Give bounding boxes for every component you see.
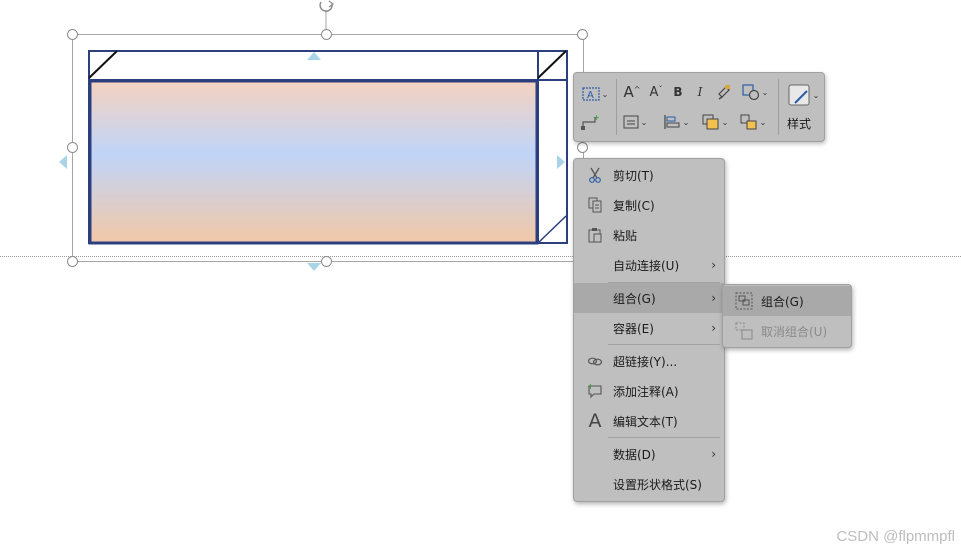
resize-handle-top-right[interactable]: [577, 29, 588, 40]
ungroup-icon: [735, 322, 753, 340]
decrease-font-button[interactable]: Aˇ: [646, 81, 666, 103]
bring-forward-button[interactable]: ⌄: [698, 111, 732, 133]
comment-icon: +: [586, 382, 604, 400]
italic-button[interactable]: I: [692, 81, 708, 103]
chevron-down-icon: ⌄: [761, 87, 769, 97]
textbox-icon: A: [582, 87, 600, 101]
menu-item-hyperlink[interactable]: 超链接(Y)...: [574, 346, 724, 376]
align-text-button[interactable]: ⌄: [620, 111, 650, 133]
chevron-down-icon: ⌄: [601, 89, 609, 99]
submenu-item-ungroup[interactable]: 取消组合(U): [723, 316, 851, 346]
menu-item-format-shape[interactable]: 设置形状格式(S): [574, 469, 724, 499]
quick-styles-label: 样式: [787, 117, 812, 131]
submenu-item-group[interactable]: 组合(G): [723, 286, 851, 316]
menu-item-copy[interactable]: 复制(C): [574, 190, 724, 220]
shape-fill-button[interactable]: ⌄: [738, 81, 772, 103]
shapes-icon: [742, 84, 759, 100]
edit-text-icon: A: [588, 410, 602, 432]
decrease-font-icon: A: [649, 84, 659, 100]
resize-handle-right[interactable]: [577, 142, 588, 153]
menu-item-container[interactable]: 容器(E) ›: [574, 313, 724, 343]
menu-separator: [608, 437, 720, 438]
align-text-icon: [623, 115, 639, 129]
copy-icon: [586, 196, 604, 214]
paste-icon: [586, 226, 604, 244]
watermark: CSDN @flpmmpfl: [836, 528, 955, 545]
menu-item-auto-connect[interactable]: 自动连接(U) ›: [574, 250, 724, 280]
box-shape[interactable]: [86, 48, 570, 248]
resize-handle-bottom[interactable]: [321, 256, 332, 267]
quick-styles-icon: [788, 84, 810, 106]
group-objects-button[interactable]: ⌄: [736, 111, 770, 133]
resize-handle-left[interactable]: [67, 142, 78, 153]
menu-item-cut[interactable]: 剪切(T): [574, 160, 724, 190]
svg-text:+: +: [593, 114, 599, 122]
resize-handle-bottom-left[interactable]: [67, 256, 78, 267]
mini-toolbar: A ⌄ + A ^ Aˇ B I ⌄ ⌄ ⌄ ⌄ ⌄ ⌄ 样式: [573, 72, 825, 142]
connector-button[interactable]: +: [578, 111, 602, 133]
menu-item-add-comment[interactable]: + 添加注释(A): [574, 376, 724, 406]
bold-button[interactable]: B: [670, 81, 686, 103]
menu-item-group[interactable]: 组合(G) ›: [574, 283, 724, 313]
bold-icon: B: [673, 85, 683, 99]
quick-styles-button[interactable]: ⌄: [786, 81, 820, 109]
connection-arrow-bottom-icon[interactable]: [307, 263, 321, 271]
connector-icon: +: [581, 114, 599, 130]
increase-font-button[interactable]: A ^: [622, 81, 642, 103]
bring-forward-icon: [702, 114, 719, 130]
italic-icon: I: [697, 85, 703, 99]
chevron-down-icon: ⌄: [640, 117, 648, 127]
chevron-right-icon: ›: [711, 321, 716, 335]
context-menu: 剪切(T) 复制(C) 粘贴 自动连接(U) › 组合(G) › 容器(E) ›…: [573, 158, 725, 502]
menu-separator: [608, 344, 720, 345]
chevron-down-icon: ⌄: [682, 117, 690, 127]
scissors-icon: [586, 166, 604, 184]
connection-arrow-left-icon[interactable]: [59, 155, 67, 169]
resize-handle-top[interactable]: [321, 29, 332, 40]
menu-item-data[interactable]: 数据(D) ›: [574, 439, 724, 469]
group-icon: [735, 292, 753, 310]
svg-text:+: +: [587, 383, 594, 391]
textbox-button[interactable]: A ⌄: [578, 83, 612, 105]
chevron-right-icon: ›: [711, 291, 716, 305]
resize-handle-top-left[interactable]: [67, 29, 78, 40]
chevron-down-icon: ⌄: [759, 117, 767, 127]
increase-font-icon: A: [623, 83, 634, 101]
align-shapes-button[interactable]: ⌄: [660, 111, 692, 133]
chevron-right-icon: ›: [711, 447, 716, 461]
format-painter-icon: [718, 85, 730, 100]
menu-item-paste[interactable]: 粘贴: [574, 220, 724, 250]
hyperlink-icon: [586, 352, 604, 370]
chevron-right-icon: ›: [711, 258, 716, 272]
svg-text:A: A: [587, 90, 594, 101]
chevron-down-icon: ⌄: [721, 117, 729, 127]
align-left-icon: [664, 115, 680, 129]
group-objects-icon: [740, 114, 757, 130]
format-painter-button[interactable]: [714, 81, 734, 103]
group-submenu: 组合(G) 取消组合(U): [722, 284, 852, 348]
chevron-down-icon: ⌄: [812, 90, 820, 100]
menu-item-edit-text[interactable]: A 编辑文本(T): [574, 406, 724, 436]
